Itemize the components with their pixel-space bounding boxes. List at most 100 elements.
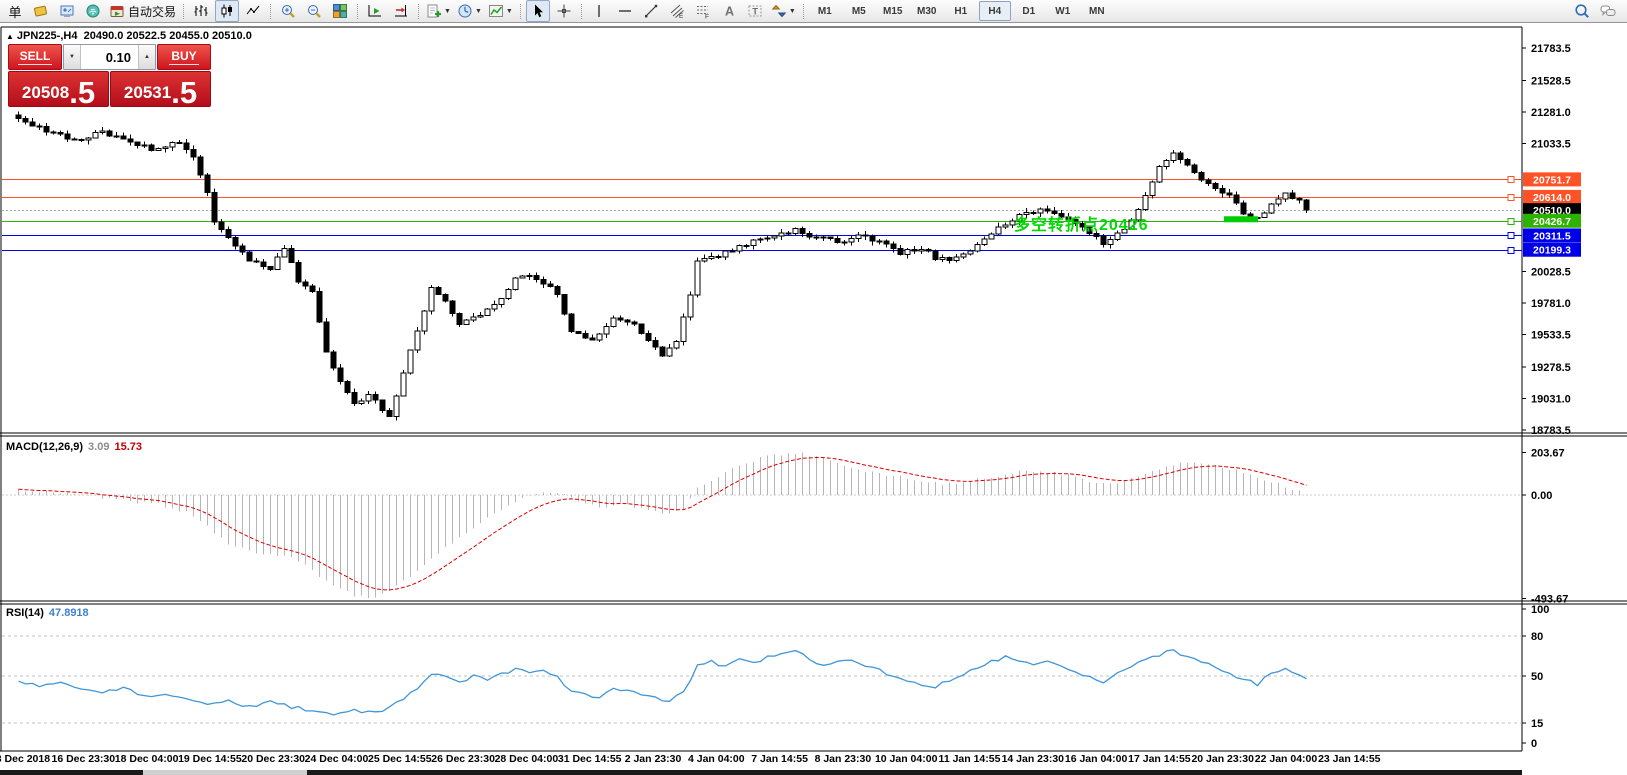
timeframe-m15-button[interactable]: M15 [877,1,909,21]
timeframe-w1-button[interactable]: W1 [1047,1,1079,21]
search-icon [1574,3,1590,19]
time-axis-label: 24 Dec 04:00 [305,753,369,765]
chevron-down-icon: ▼ [475,8,482,15]
time-axis-label: 19 Dec 14:55 [178,753,242,765]
svg-text:20028.5: 20028.5 [1531,266,1571,278]
line-handle[interactable] [1508,248,1514,254]
horizontal-line-icon [617,3,633,19]
new-chart-button[interactable]: ▼ [424,0,453,22]
time-axis-label: 2 Jan 23:30 [625,753,682,765]
tile-windows-button[interactable] [328,0,352,22]
timeframe-m5-button[interactable]: M5 [843,1,875,21]
zoom-in-button[interactable] [276,0,300,22]
time-axis-label: 16 Jan 04:00 [1065,753,1127,765]
chart-canvas[interactable]: 21783.521528.521281.021033.520028.519781… [0,0,1627,775]
collapse-icon[interactable]: ▲ [6,32,14,41]
new-order-button[interactable]: 单 [3,0,27,22]
svg-text:50: 50 [1531,671,1543,683]
price-line-labels[interactable]: 20751.720614.020510.020426.720311.520199… [1523,172,1581,256]
time-axis-label: 28 Dec 04:00 [495,753,559,765]
zoom-out-button[interactable] [302,0,326,22]
timeframe-m1-button[interactable]: M1 [809,1,841,21]
scrollbar-segment[interactable] [0,770,143,775]
time-axis-label: 13 Dec 2018 [0,753,50,765]
line-handle[interactable] [1508,195,1514,201]
search-button[interactable] [1570,0,1594,22]
trendline-button[interactable] [639,0,663,22]
profiles-button[interactable]: ▼ [455,0,484,22]
cursor-icon [530,3,546,19]
chat-button[interactable] [1596,0,1620,22]
ohlc-values: 20490.0 20522.5 20455.0 20510.0 [84,30,252,42]
timeframe-h1-button[interactable]: H1 [945,1,977,21]
arrows-icon [771,3,787,19]
time-axis-label: 25 Dec 14:55 [368,753,432,765]
chevron-down-icon: ▼ [506,8,513,15]
buy-button[interactable]: BUY [157,44,211,70]
timeframe-d1-button[interactable]: D1 [1013,1,1045,21]
time-axis-label: 22 Jan 04:00 [1255,753,1317,765]
chart-window-icon [33,3,49,19]
svg-text:203.67: 203.67 [1531,447,1565,459]
horizontal-line-button[interactable] [613,0,637,22]
text-label-button[interactable]: T [743,0,767,22]
line-handle[interactable] [1508,177,1514,183]
timeframe-h4-button[interactable]: H4 [979,1,1011,21]
sell-button[interactable]: SELL [8,44,62,70]
arrows-button[interactable]: ▼ [769,0,798,22]
svg-text:0.00: 0.00 [1531,490,1552,502]
horizontal-scrollbar[interactable] [0,770,1522,775]
volume-up-button[interactable]: ▲ [138,45,155,69]
line-chart-button[interactable] [241,0,265,22]
svg-text:80: 80 [1531,631,1543,643]
cursor-button[interactable] [526,0,550,22]
scrollbar-segment[interactable] [143,770,307,775]
toolbar-right-group [1569,0,1621,22]
fibonacci-button[interactable]: F [691,0,715,22]
bar-chart-button[interactable] [189,0,213,22]
highlight-segment[interactable] [1224,216,1258,222]
line-handle[interactable] [1508,219,1514,225]
line-handle[interactable] [1508,233,1514,239]
symbol-timeframe: JPN225-,H4 [17,30,78,42]
svg-text:F: F [705,14,709,20]
chevron-down-icon: ▼ [789,8,796,15]
indicators-button[interactable]: ▼ [486,0,515,22]
equidistant-channel-button[interactable]: E [665,0,689,22]
svg-text:21033.5: 21033.5 [1531,138,1571,150]
autotrading-button[interactable]: 自动交易 [107,0,178,22]
time-axis-label: 10 Jan 04:00 [875,753,937,765]
time-axis: 13 Dec 201816 Dec 23:3018 Dec 04:0019 De… [0,753,1522,767]
time-axis-label: 16 Dec 23:30 [51,753,115,765]
crosshair-button[interactable] [552,0,576,22]
buy-price-display[interactable]: 20531.5 [110,71,211,107]
svg-text:20199.3: 20199.3 [1533,245,1571,257]
vertical-line-button[interactable] [587,0,611,22]
symbol-ohlc-line: ▲JPN225-,H4 20490.0 20522.5 20455.0 2051… [6,30,252,42]
sell-price-display[interactable]: 20508.5 [8,71,109,107]
svg-text:0: 0 [1531,738,1537,750]
timeframe-m30-button[interactable]: M30 [911,1,943,21]
horizontal-price-lines[interactable] [2,177,1522,254]
news-signal-button[interactable] [81,0,105,22]
volume-input[interactable]: 0.10 [81,45,138,69]
svg-text:100: 100 [1531,604,1549,616]
text-button[interactable]: A [717,0,741,22]
triangle-down-icon: ▼ [69,54,75,60]
time-axis-label: 14 Jan 23:30 [1002,753,1064,765]
chart-shift-button[interactable] [389,0,413,22]
auto-scroll-button[interactable] [363,0,387,22]
market-watch-button[interactable] [55,0,79,22]
chart-window-button[interactable] [29,0,53,22]
candle-chart-button[interactable] [215,0,239,22]
scrollbar-segment[interactable] [307,770,1522,775]
equidistant-channel-icon: E [669,3,685,19]
time-axis-label: 18 Dec 04:00 [115,753,179,765]
chart-text-annotation[interactable]: 多空转折点20426 [1014,211,1149,235]
svg-text:15: 15 [1531,718,1543,730]
svg-text:19031.0: 19031.0 [1531,393,1571,405]
timeframe-mn-button[interactable]: MN [1081,1,1113,21]
volume-down-button[interactable]: ▼ [64,45,81,69]
autotrading-icon [109,3,125,19]
svg-text:E: E [679,13,684,19]
